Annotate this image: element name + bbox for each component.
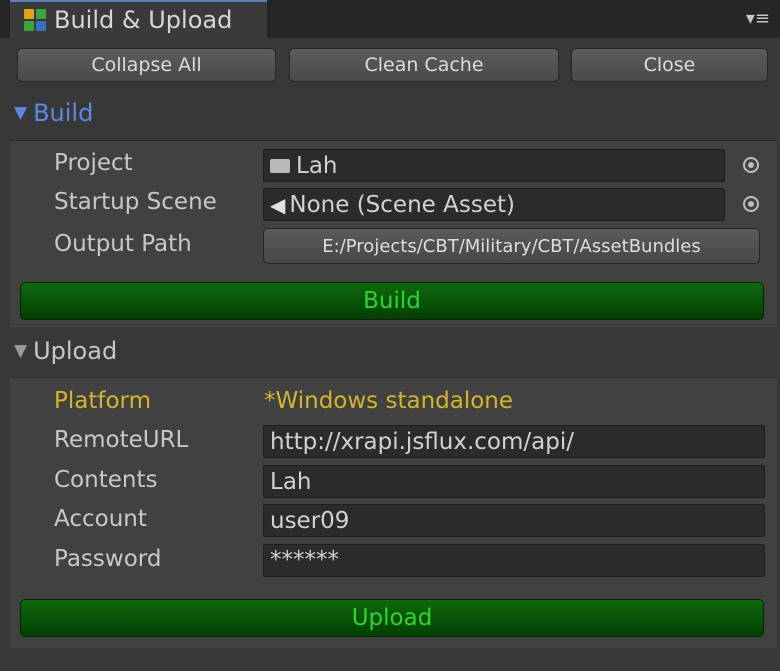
remote-url-label: RemoteURL <box>54 427 189 453</box>
clean-cache-button[interactable]: Clean Cache <box>289 48 559 82</box>
close-button[interactable]: Close <box>571 48 768 82</box>
startup-scene-value: None (Scene Asset) <box>289 191 515 218</box>
foldout-expanded-icon: ▼ <box>14 341 28 361</box>
build-foldout-label: Build <box>33 99 94 127</box>
startup-scene-picker-icon[interactable] <box>743 196 759 212</box>
contents-label: Contents <box>54 467 158 493</box>
context-menu-icon[interactable]: ▾≡ <box>738 8 770 30</box>
account-label: Account <box>54 506 147 532</box>
project-value: Lah <box>296 152 338 179</box>
remote-url-input[interactable]: http://xrapi.jsflux.com/api/ <box>263 425 765 458</box>
account-input[interactable]: user09 <box>263 504 765 537</box>
password-input[interactable]: ****** <box>263 544 765 577</box>
window-tab-bar: Build & Upload ▾≡ <box>0 0 780 38</box>
upload-foldout-label: Upload <box>33 337 118 365</box>
folder-icon <box>270 158 290 173</box>
foldout-expanded-icon: ▼ <box>14 103 28 123</box>
window-tab[interactable]: Build & Upload <box>10 0 267 38</box>
build-foldout[interactable]: ▼ Build <box>14 95 93 131</box>
project-object-field[interactable]: Lah <box>263 149 725 182</box>
collapse-all-button[interactable]: Collapse All <box>17 48 276 82</box>
contents-input[interactable]: Lah <box>263 465 765 498</box>
password-label: Password <box>54 546 162 572</box>
upload-foldout[interactable]: ▼ Upload <box>14 333 117 369</box>
upload-button[interactable]: Upload <box>20 599 764 637</box>
platform-value: *Windows standalone <box>264 388 514 414</box>
output-path-label: Output Path <box>54 231 192 257</box>
project-picker-icon[interactable] <box>743 157 759 173</box>
editor-window-icon <box>24 9 46 31</box>
unity-scene-icon: ◀ <box>270 192 286 217</box>
output-path-button[interactable]: E:/Projects/CBT/Military/CBT/AssetBundle… <box>263 228 760 264</box>
project-label: Project <box>54 150 133 176</box>
startup-scene-object-field[interactable]: ◀ None (Scene Asset) <box>263 188 725 221</box>
build-button[interactable]: Build <box>20 282 764 320</box>
startup-scene-label: Startup Scene <box>54 189 217 215</box>
window-title: Build & Upload <box>54 6 233 34</box>
platform-label: Platform <box>54 388 151 414</box>
